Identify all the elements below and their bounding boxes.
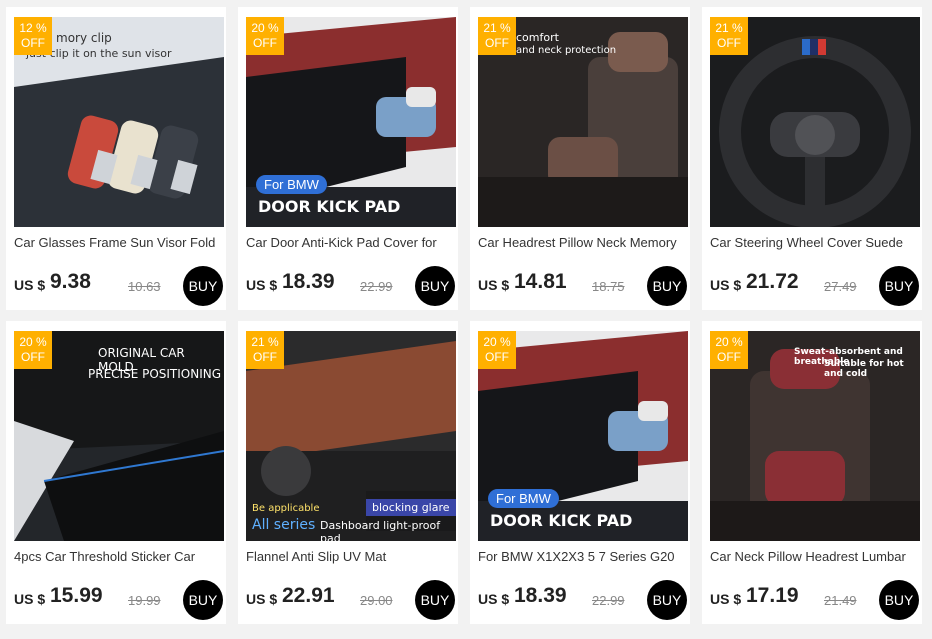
buy-button[interactable]: BUY xyxy=(647,580,687,620)
product-title[interactable]: Car Headrest Pillow Neck Memory xyxy=(478,235,688,250)
product-image[interactable]: 21 % OFF xyxy=(710,17,920,227)
buy-button[interactable]: BUY xyxy=(415,266,455,306)
image-caption: blocking glare xyxy=(366,499,456,516)
buy-button[interactable]: BUY xyxy=(879,580,919,620)
image-caption: Dashboard light-proof pad xyxy=(320,519,441,541)
discount-badge: 21 % OFF xyxy=(246,331,284,369)
discount-label: OFF xyxy=(717,36,741,50)
discount-value: 20 % xyxy=(251,21,279,35)
product-card[interactable]: ORIGINAL CAR MOLD PRECISE POSITIONING 20… xyxy=(6,321,226,624)
price-currency: US $ xyxy=(478,277,510,293)
discount-badge: 20 % OFF xyxy=(14,331,52,369)
buy-button[interactable]: BUY xyxy=(183,266,223,306)
discount-value: 21 % xyxy=(251,335,279,349)
price-original: 10.63 xyxy=(128,279,161,294)
product-card[interactable]: Sweat-absorbent and breathable Suitable … xyxy=(702,321,922,624)
image-caption: DOOR KICK PAD xyxy=(258,197,401,216)
buy-button[interactable]: BUY xyxy=(647,266,687,306)
price-current: 21.72 xyxy=(746,270,799,293)
price-original: 29.00 xyxy=(360,593,393,608)
discount-badge: 21 % OFF xyxy=(478,17,516,55)
price-original: 18.75 xyxy=(592,279,625,294)
product-image[interactable]: For BMW DOOR KICK PAD 20 % OFF xyxy=(246,17,456,227)
product-card[interactable]: Be applicable All series blocking glare … xyxy=(238,321,458,624)
buy-button[interactable]: BUY xyxy=(183,580,223,620)
price-currency: US $ xyxy=(246,277,278,293)
discount-badge: 12 % OFF xyxy=(14,17,52,55)
product-card[interactable]: For BMW DOOR KICK PAD 20 % OFF Car Door … xyxy=(238,7,458,310)
product-card[interactable]: comfort and neck protection 21 % OFF Car… xyxy=(470,7,690,310)
discount-label: OFF xyxy=(21,350,45,364)
product-title[interactable]: For BMW X1X2X3 5 7 Series G20 xyxy=(478,549,688,564)
discount-label: OFF xyxy=(485,350,509,364)
discount-value: 20 % xyxy=(483,335,511,349)
price-original: 19.99 xyxy=(128,593,161,608)
price-current: 18.39 xyxy=(282,270,335,293)
price-current: 18.39 xyxy=(514,584,567,607)
price-current: 9.38 xyxy=(50,270,91,293)
product-image[interactable]: Sweat-absorbent and breathable Suitable … xyxy=(710,331,920,541)
buy-button[interactable]: BUY xyxy=(415,580,455,620)
price-current: 17.19 xyxy=(746,584,799,607)
discount-badge: 21 % OFF xyxy=(710,17,748,55)
price-original: 22.99 xyxy=(360,279,393,294)
price-currency: US $ xyxy=(710,277,742,293)
price-currency: US $ xyxy=(246,591,278,607)
price-currency: US $ xyxy=(710,591,742,607)
discount-badge: 20 % OFF xyxy=(478,331,516,369)
brand-pill: For BMW xyxy=(256,175,327,194)
discount-badge: 20 % OFF xyxy=(710,331,748,369)
product-title[interactable]: Car Neck Pillow Headrest Lumbar xyxy=(710,549,920,564)
product-image[interactable]: Be applicable All series blocking glare … xyxy=(246,331,456,541)
product-image[interactable]: ORIGINAL CAR MOLD PRECISE POSITIONING 20… xyxy=(14,331,224,541)
price-current: 14.81 xyxy=(514,270,567,293)
discount-value: 21 % xyxy=(715,21,743,35)
price-original: 22.99 xyxy=(592,593,625,608)
discount-value: 12 % xyxy=(19,21,47,35)
product-title[interactable]: Car Steering Wheel Cover Suede xyxy=(710,235,920,250)
product-card[interactable]: mory clip just clip it on the sun visor … xyxy=(6,7,226,310)
product-image[interactable]: For BMW DOOR KICK PAD 20 % OFF xyxy=(478,331,688,541)
product-title[interactable]: Car Door Anti-Kick Pad Cover for xyxy=(246,235,456,250)
price-currency: US $ xyxy=(14,591,46,607)
product-card[interactable]: For BMW DOOR KICK PAD 20 % OFF For BMW X… xyxy=(470,321,690,624)
product-title[interactable]: Flannel Anti Slip UV Mat xyxy=(246,549,456,564)
product-title[interactable]: 4pcs Car Threshold Sticker Car xyxy=(14,549,224,564)
price-original: 27.49 xyxy=(824,279,857,294)
price-currency: US $ xyxy=(478,591,510,607)
discount-value: 21 % xyxy=(483,21,511,35)
image-caption: Suitable for hot and cold xyxy=(824,359,904,379)
image-caption: Be applicable xyxy=(252,503,320,514)
discount-label: OFF xyxy=(21,36,45,50)
product-image[interactable]: mory clip just clip it on the sun visor … xyxy=(14,17,224,227)
price-current: 15.99 xyxy=(50,584,103,607)
brand-pill: For BMW xyxy=(488,489,559,508)
discount-label: OFF xyxy=(485,36,509,50)
discount-value: 20 % xyxy=(715,335,743,349)
discount-badge: 20 % OFF xyxy=(246,17,284,55)
discount-label: OFF xyxy=(253,350,277,364)
image-caption: PRECISE POSITIONING xyxy=(88,367,222,381)
product-image[interactable]: comfort and neck protection 21 % OFF xyxy=(478,17,688,227)
buy-button[interactable]: BUY xyxy=(879,266,919,306)
discount-label: OFF xyxy=(253,36,277,50)
price-current: 22.91 xyxy=(282,584,335,607)
discount-label: OFF xyxy=(717,350,741,364)
product-card[interactable]: 21 % OFF Car Steering Wheel Cover Suede … xyxy=(702,7,922,310)
image-caption: mory clip xyxy=(56,31,112,45)
image-caption: comfort xyxy=(516,31,559,44)
product-title[interactable]: Car Glasses Frame Sun Visor Fold xyxy=(14,235,224,250)
image-caption: All series xyxy=(252,517,316,533)
image-caption: and neck protection xyxy=(516,45,617,56)
price-original: 21.49 xyxy=(824,593,857,608)
price-currency: US $ xyxy=(14,277,46,293)
discount-value: 20 % xyxy=(19,335,47,349)
image-caption: DOOR KICK PAD xyxy=(490,511,633,530)
